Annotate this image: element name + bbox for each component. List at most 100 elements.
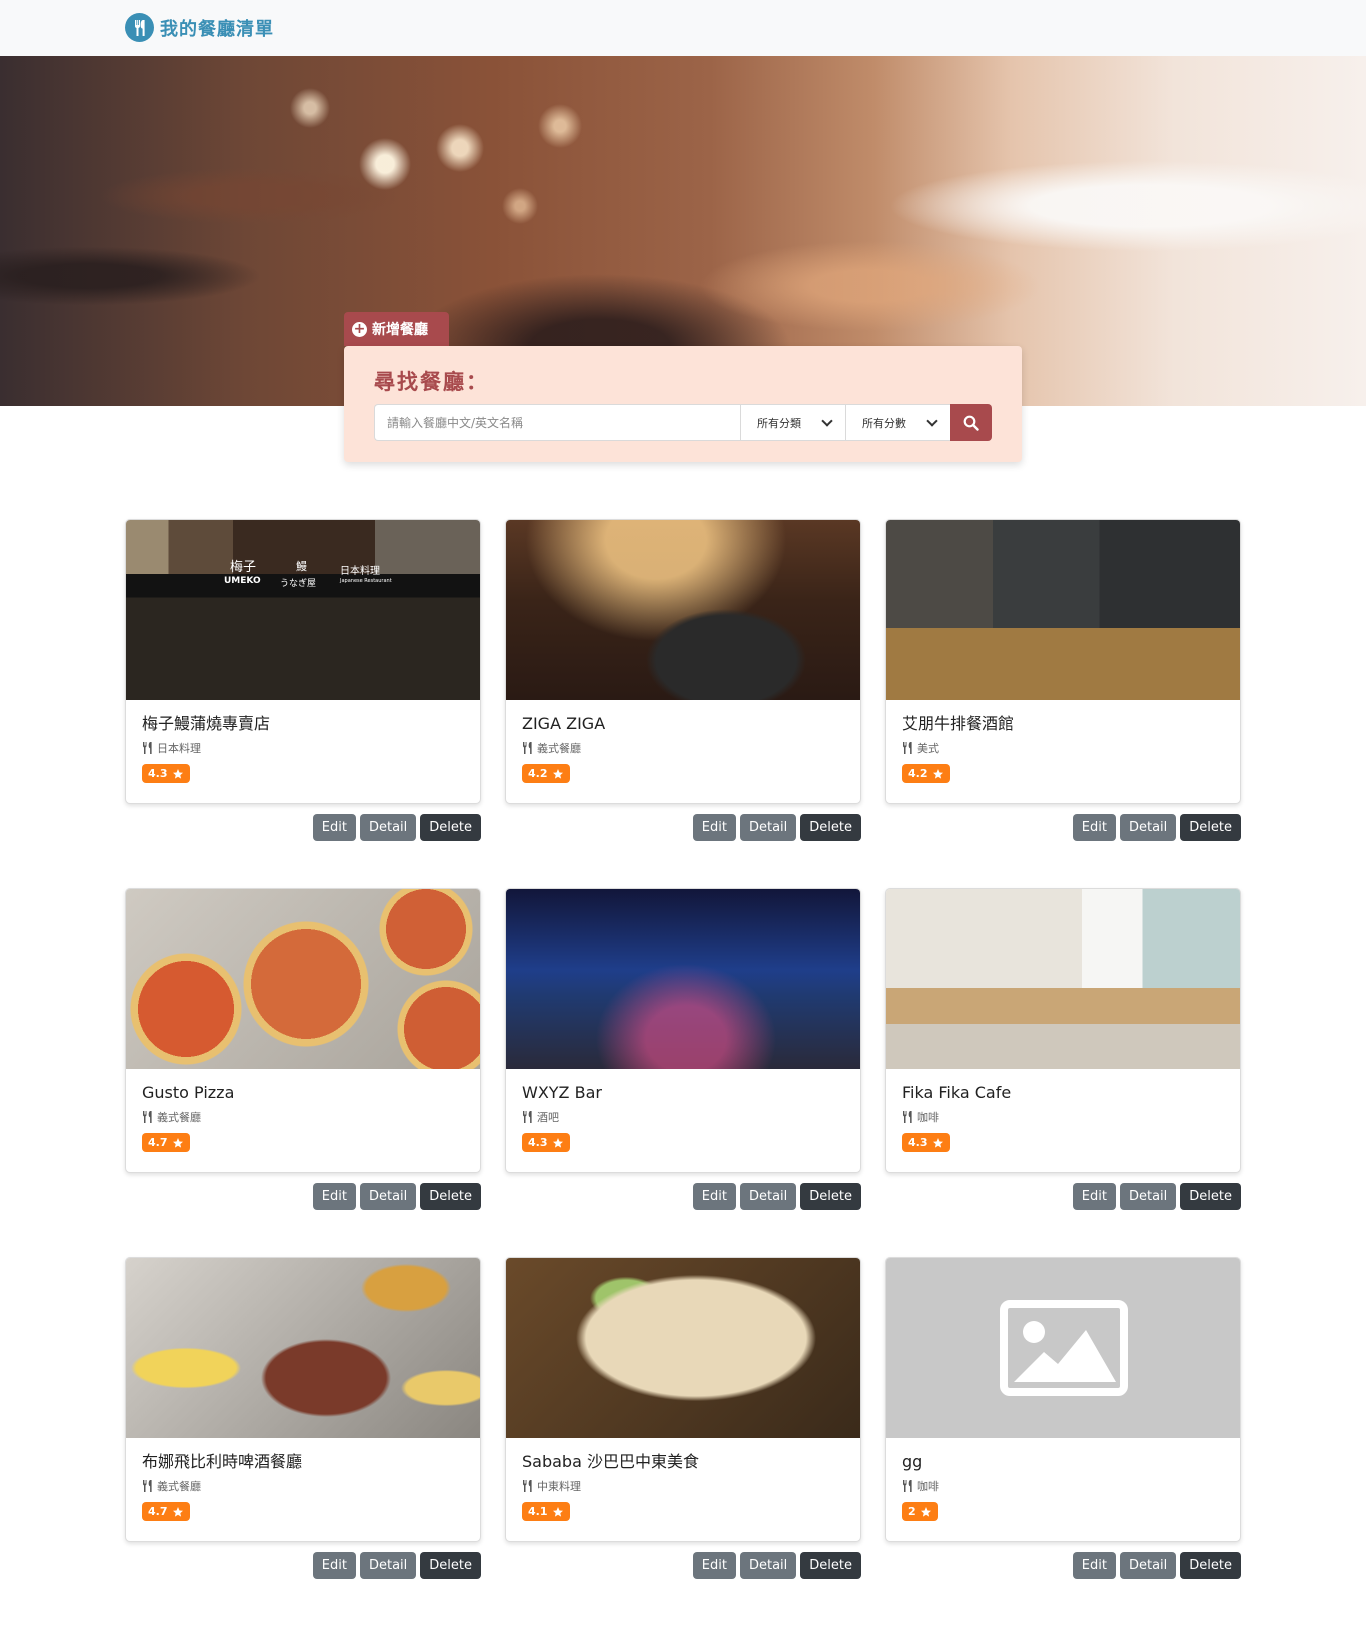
restaurant-category-label: 義式餐廳: [537, 742, 581, 755]
restaurant-card: Sababa 沙巴巴中東美食 中東料理 4.1 Edit Detail Dele…: [505, 1257, 861, 1579]
restaurant-name: gg: [902, 1452, 923, 1471]
search-title: 尋找餐廳：: [374, 370, 489, 394]
detail-button[interactable]: Detail: [1119, 1552, 1177, 1579]
restaurant-card: Fika Fika Cafe 咖啡 4.3 Edit Detail Delete: [885, 888, 1241, 1210]
restaurant-card-body[interactable]: 布娜飛比利時啤酒餐廳 義式餐廳 4.7: [125, 1257, 481, 1542]
detail-button[interactable]: Detail: [739, 1183, 797, 1210]
restaurant-card-body[interactable]: Sababa 沙巴巴中東美食 中東料理 4.1: [505, 1257, 861, 1542]
restaurant-card: 布娜飛比利時啤酒餐廳 義式餐廳 4.7 Edit Detail Delete: [125, 1257, 481, 1579]
delete-button[interactable]: Delete: [800, 1183, 861, 1210]
search-input[interactable]: [374, 404, 740, 441]
restaurant-card-body[interactable]: gg 咖啡 2: [885, 1257, 1241, 1542]
restaurant-photo: [886, 889, 1240, 1069]
restaurant-category: 義式餐廳: [522, 740, 844, 756]
restaurant-category-label: 酒吧: [537, 1111, 559, 1124]
star-icon: [932, 1137, 943, 1148]
chevron-down-icon: [821, 414, 833, 427]
edit-button[interactable]: Edit: [312, 814, 356, 841]
utensils-icon: [903, 1480, 912, 1492]
search-icon: [963, 415, 979, 431]
detail-button[interactable]: Detail: [359, 1552, 417, 1579]
restaurant-name: WXYZ Bar: [522, 1083, 602, 1102]
restaurant-category: 酒吧: [522, 1109, 844, 1125]
restaurant-category-label: 中東料理: [537, 1480, 581, 1493]
rating-badge: 4.1: [522, 1502, 570, 1521]
restaurant-photo: [886, 520, 1240, 700]
search-button[interactable]: [950, 404, 992, 441]
rating-badge: 4.2: [522, 764, 570, 783]
edit-button[interactable]: Edit: [692, 814, 736, 841]
delete-button[interactable]: Delete: [420, 1552, 481, 1579]
restaurant-category-label: 義式餐廳: [157, 1111, 201, 1124]
score-select[interactable]: 所有分數: [845, 404, 950, 441]
restaurant-category: 義式餐廳: [142, 1478, 464, 1494]
restaurant-card-body[interactable]: ZIGA ZIGA 義式餐廳 4.2: [505, 519, 861, 804]
detail-button[interactable]: Detail: [359, 1183, 417, 1210]
star-icon: [552, 1506, 563, 1517]
utensils-icon: [903, 1111, 912, 1123]
restaurant-photo: [126, 1258, 480, 1438]
delete-button[interactable]: Delete: [1180, 1552, 1241, 1579]
delete-button[interactable]: Delete: [1180, 1183, 1241, 1210]
card-actions: Edit Detail Delete: [505, 814, 861, 841]
edit-button[interactable]: Edit: [1072, 1552, 1116, 1579]
edit-button[interactable]: Edit: [312, 1552, 356, 1579]
rating-badge: 4.7: [142, 1502, 190, 1521]
delete-button[interactable]: Delete: [800, 814, 861, 841]
delete-button[interactable]: Delete: [420, 1183, 481, 1210]
star-icon: [920, 1506, 931, 1517]
rating-value: 4.3: [528, 1136, 548, 1149]
restaurant-name: ZIGA ZIGA: [522, 714, 606, 733]
restaurant-category: 咖啡: [902, 1478, 1224, 1494]
brand-link[interactable]: 我的餐廳清單: [125, 13, 274, 42]
restaurant-category-label: 咖啡: [917, 1111, 939, 1124]
category-select[interactable]: 所有分類: [740, 404, 845, 441]
restaurant-card-body[interactable]: 梅子 UMEKO 鰻 うなぎ屋 日本料理 Japanese Restaurant…: [125, 519, 481, 804]
detail-button[interactable]: Detail: [1119, 1183, 1177, 1210]
card-actions: Edit Detail Delete: [125, 814, 481, 841]
edit-button[interactable]: Edit: [312, 1183, 356, 1210]
restaurant-card-body[interactable]: 艾朋牛排餐酒館 美式 4.2: [885, 519, 1241, 804]
chevron-down-icon: [926, 414, 938, 427]
restaurant-name: 梅子鰻蒲燒專賣店: [142, 714, 271, 733]
score-select-value: 所有分數: [862, 416, 906, 430]
utensils-icon: [125, 13, 154, 42]
edit-button[interactable]: Edit: [1072, 814, 1116, 841]
rating-value: 4.7: [148, 1505, 168, 1518]
add-restaurant-label: 新增餐廳: [372, 322, 428, 338]
add-restaurant-button[interactable]: + 新增餐廳: [344, 312, 449, 346]
restaurant-category: 中東料理: [522, 1478, 844, 1494]
card-actions: Edit Detail Delete: [505, 1552, 861, 1579]
detail-button[interactable]: Detail: [1119, 814, 1177, 841]
delete-button[interactable]: Delete: [800, 1552, 861, 1579]
restaurant-card-body[interactable]: WXYZ Bar 酒吧 4.3: [505, 888, 861, 1173]
detail-button[interactable]: Detail: [739, 1552, 797, 1579]
restaurant-category: 美式: [902, 740, 1224, 756]
delete-button[interactable]: Delete: [420, 814, 481, 841]
card-actions: Edit Detail Delete: [125, 1183, 481, 1210]
edit-button[interactable]: Edit: [692, 1552, 736, 1579]
rating-badge: 4.2: [902, 764, 950, 783]
search-bar: 所有分類 所有分數: [374, 404, 992, 441]
restaurant-card-body[interactable]: Fika Fika Cafe 咖啡 4.3: [885, 888, 1241, 1173]
rating-badge: 4.3: [902, 1133, 950, 1152]
restaurant-category-label: 義式餐廳: [157, 1480, 201, 1493]
plus-circle-icon: +: [352, 320, 367, 337]
navbar: 我的餐廳清單: [0, 0, 1366, 56]
restaurant-card-body[interactable]: Gusto Pizza 義式餐廳 4.7: [125, 888, 481, 1173]
image-placeholder-icon: [1000, 1300, 1128, 1396]
edit-button[interactable]: Edit: [692, 1183, 736, 1210]
star-icon: [552, 768, 563, 779]
delete-button[interactable]: Delete: [1180, 814, 1241, 841]
detail-button[interactable]: Detail: [739, 814, 797, 841]
detail-button[interactable]: Detail: [359, 814, 417, 841]
umeko-sign: 梅子 UMEKO 鰻 うなぎ屋 日本料理 Japanese Restaurant: [224, 560, 392, 589]
restaurant-card: ZIGA ZIGA 義式餐廳 4.2 Edit Detail Delete: [505, 519, 861, 841]
rating-badge: 4.3: [142, 764, 190, 783]
restaurant-name: 艾朋牛排餐酒館: [902, 714, 1015, 733]
card-actions: Edit Detail Delete: [885, 1183, 1241, 1210]
restaurant-name: Fika Fika Cafe: [902, 1083, 1012, 1102]
edit-button[interactable]: Edit: [1072, 1183, 1116, 1210]
star-icon: [172, 1137, 183, 1148]
rating-value: 4.3: [148, 767, 168, 780]
